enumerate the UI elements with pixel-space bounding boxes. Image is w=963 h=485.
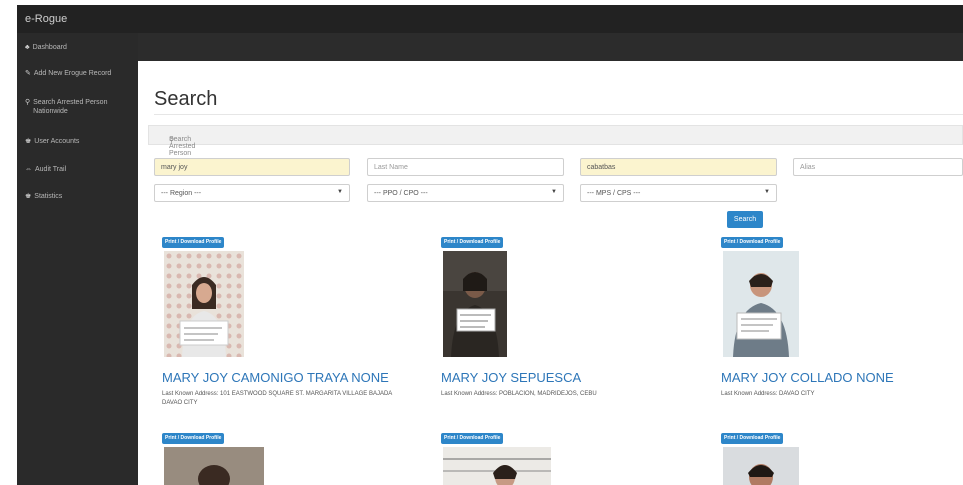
print-profile-button[interactable]: Print / Download Profile — [721, 433, 784, 444]
print-profile-button[interactable]: Print / Download Profile — [162, 433, 225, 444]
sidebar-item-search[interactable]: ⚲ Search Arrested Person Nationwide — [25, 98, 137, 116]
mps-select-value: --- MPS / CPS --- — [587, 190, 641, 197]
mugshot-photo[interactable] — [164, 447, 264, 485]
search-panel-header: ⚲ Search Arrested Person — [148, 125, 963, 157]
print-profile-button[interactable]: Print / Download Profile — [441, 237, 504, 248]
first-name-field[interactable]: mary joy — [154, 158, 350, 176]
sidebar-item-dashboard[interactable]: ♣ Dashboard — [25, 43, 137, 52]
sidebar-item-statistics[interactable]: ♚ Statistics — [25, 192, 137, 201]
audit-icon: ⇔ — [25, 166, 32, 173]
search-panel-label: Search Arrested Person — [169, 136, 196, 157]
chevron-down-icon: ▼ — [337, 189, 343, 195]
sidebar-item-user-accounts[interactable]: ♚ User Accounts — [25, 137, 137, 146]
person-name-link[interactable]: MARY JOY CAMONIGO TRAYA NONE — [162, 370, 389, 385]
region-select[interactable]: --- Region --- ▼ — [154, 184, 350, 202]
last-name-field[interactable]: Last Name — [367, 158, 564, 176]
search-button[interactable]: Search — [727, 211, 763, 228]
secondary-bar — [138, 33, 963, 61]
statistics-icon: ♚ — [25, 193, 32, 200]
mugshot-photo[interactable] — [723, 251, 799, 357]
edit-icon: ✎ — [25, 70, 31, 77]
region-select-value: --- Region --- — [161, 190, 202, 197]
print-profile-button[interactable]: Print / Download Profile — [441, 433, 504, 444]
app-window: e-Rogue ♣ Dashboard ✎ Add New Erogue Rec… — [0, 0, 963, 485]
person-address: Last Known Address: DAVAO CITY — [721, 391, 815, 397]
person-name-link[interactable]: MARY JOY SEPUESCA — [441, 370, 581, 385]
sidebar-item-label: Search Arrested Person Nationwide — [33, 99, 108, 115]
sidebar-item-audit-trail[interactable]: ⇔ Audit Trail — [25, 165, 137, 174]
title-divider — [154, 114, 963, 115]
person-name-link[interactable]: MARY JOY COLLADO NONE — [721, 370, 894, 385]
sidebar-item-label: Audit Trail — [35, 166, 67, 173]
left-gutter — [0, 0, 17, 485]
person-address: Last Known Address: 101 EASTWOOD SQUARE … — [162, 391, 392, 406]
ppo-select-value: --- PPO / CPO --- — [374, 190, 428, 197]
alias-field[interactable]: Alias — [793, 158, 963, 176]
mugshot-photo[interactable] — [443, 447, 551, 485]
chevron-down-icon: ▼ — [551, 189, 557, 195]
sidebar-item-add-record[interactable]: ✎ Add New Erogue Record — [25, 69, 137, 78]
sidebar: ♣ Dashboard ✎ Add New Erogue Record ⚲ Se… — [17, 33, 138, 485]
main-content: Search ⚲ Search Arrested Person mary joy… — [138, 61, 963, 485]
middle-name-field[interactable]: cabatbas — [580, 158, 777, 176]
search-icon: ⚲ — [25, 99, 31, 106]
mps-select[interactable]: --- MPS / CPS --- ▼ — [580, 184, 777, 202]
dashboard-icon: ♣ — [25, 44, 30, 51]
page-title: Search — [154, 88, 218, 110]
mugshot-photo[interactable] — [164, 251, 244, 357]
print-profile-button[interactable]: Print / Download Profile — [721, 237, 784, 248]
sidebar-item-label: Statistics — [34, 193, 63, 200]
sidebar-item-label: Dashboard — [32, 44, 67, 51]
sidebar-item-label: User Accounts — [34, 138, 80, 145]
mugshot-photo[interactable] — [443, 251, 507, 357]
users-icon: ♚ — [25, 138, 32, 145]
print-profile-button[interactable]: Print / Download Profile — [162, 237, 225, 248]
app-brand[interactable]: e-Rogue — [25, 13, 67, 25]
top-navbar: e-Rogue — [17, 5, 963, 33]
ppo-select[interactable]: --- PPO / CPO --- ▼ — [367, 184, 564, 202]
chevron-down-icon: ▼ — [764, 189, 770, 195]
sidebar-item-label: Add New Erogue Record — [33, 70, 112, 77]
mugshot-photo[interactable] — [723, 447, 799, 485]
person-address: Last Known Address: POBLACION, MADRIDEJO… — [441, 391, 597, 397]
